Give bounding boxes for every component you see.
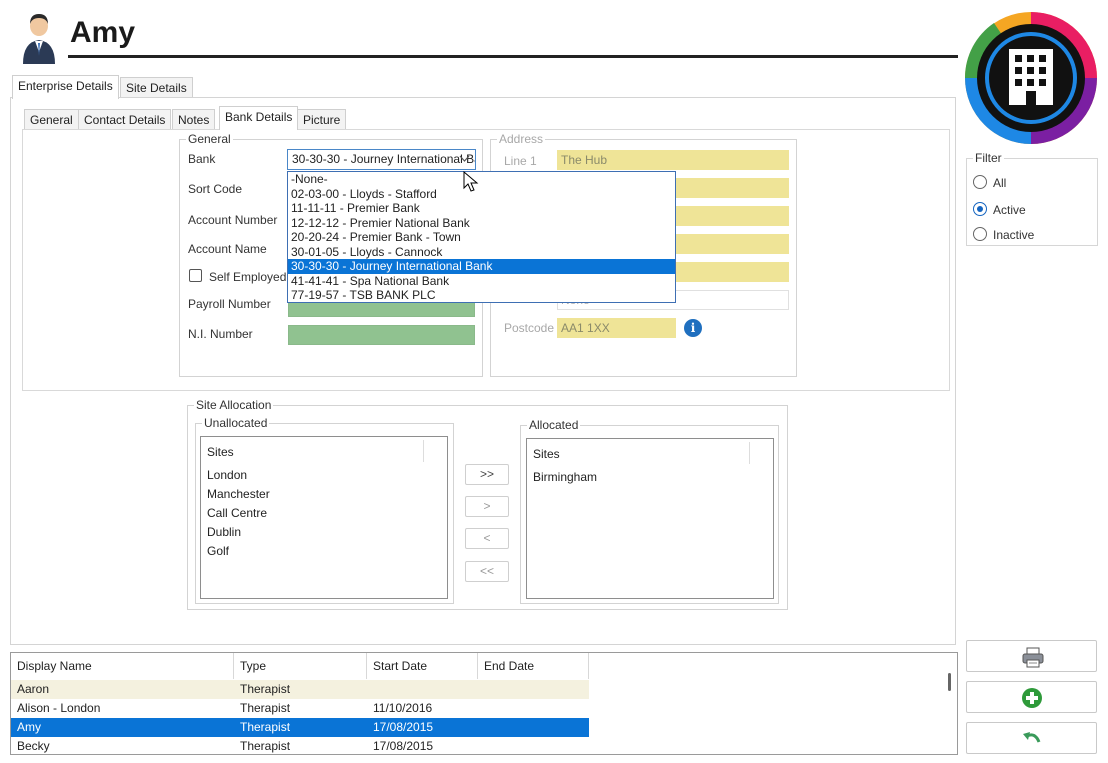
bank-select[interactable]: 30-30-30 - Journey International Bank bbox=[287, 149, 476, 170]
printer-icon bbox=[1022, 647, 1044, 668]
bank-option[interactable]: 12-12-12 - Premier National Bank bbox=[288, 216, 675, 231]
undo-icon bbox=[1023, 732, 1041, 743]
list-item[interactable]: Dublin bbox=[207, 525, 241, 539]
tab-notes[interactable]: Notes bbox=[172, 109, 216, 131]
filter-all-radio[interactable] bbox=[973, 175, 987, 189]
table-row[interactable]: Becky Therapist 17/08/2015 bbox=[11, 737, 589, 754]
list-item[interactable]: Birmingham bbox=[533, 470, 597, 484]
person-avatar-icon bbox=[23, 14, 55, 64]
bank-select-value: 30-30-30 - Journey International Bank bbox=[292, 152, 476, 166]
address-group-title: Address bbox=[497, 132, 546, 146]
bank-option[interactable]: 30-01-05 - Lloyds - Cannock bbox=[288, 245, 675, 260]
filter-title: Filter bbox=[973, 151, 1004, 165]
column-header-start-date[interactable]: Start Date bbox=[367, 653, 478, 679]
column-header-end-date[interactable]: End Date bbox=[478, 653, 589, 679]
site-allocation-title: Site Allocation bbox=[194, 398, 274, 412]
unallocated-title: Unallocated bbox=[202, 416, 270, 430]
staff-grid[interactable]: Display Name Type Start Date End Date Aa… bbox=[10, 652, 958, 755]
remove-all-button[interactable]: << bbox=[465, 561, 509, 582]
bank-option[interactable]: 77-19-57 - TSB BANK PLC bbox=[288, 288, 675, 303]
cell-type: Therapist bbox=[240, 701, 291, 715]
bank-option[interactable]: 11-11-11 - Premier Bank bbox=[288, 201, 675, 216]
cell-start-date: 11/10/2016 bbox=[373, 701, 433, 715]
table-row[interactable]: Alison - London Therapist 11/10/2016 bbox=[11, 699, 589, 718]
building-logo-icon bbox=[964, 12, 1097, 144]
grid-scrollbar[interactable] bbox=[948, 673, 951, 691]
sort-code-label: Sort Code bbox=[188, 182, 243, 196]
table-row-selected[interactable]: Amy Therapist 17/08/2015 bbox=[11, 718, 589, 737]
postcode-label: Postcode bbox=[504, 321, 555, 335]
add-button[interactable]: > bbox=[465, 496, 509, 517]
column-header-display-name[interactable]: Display Name bbox=[11, 653, 234, 679]
ni-number-input[interactable] bbox=[288, 325, 475, 345]
chevron-down-icon[interactable] bbox=[459, 153, 470, 164]
allocated-sites-header[interactable]: Sites bbox=[533, 447, 560, 461]
filter-all-label[interactable]: All bbox=[993, 176, 1006, 190]
filter-inactive-radio[interactable] bbox=[973, 227, 987, 241]
column-divider bbox=[423, 440, 424, 462]
bank-option-selected[interactable]: 30-30-30 - Journey International Bank bbox=[288, 259, 675, 274]
column-header-type[interactable]: Type bbox=[234, 653, 367, 679]
add-circle-icon bbox=[1022, 688, 1042, 708]
tab-general[interactable]: General bbox=[24, 109, 79, 131]
allocated-title: Allocated bbox=[527, 418, 581, 432]
tab-picture[interactable]: Picture bbox=[297, 109, 347, 131]
account-number-label: Account Number bbox=[188, 213, 278, 227]
tab-bank-details[interactable]: Bank Details bbox=[219, 106, 299, 130]
bank-option[interactable]: -None- bbox=[288, 172, 675, 187]
payroll-number-label: Payroll Number bbox=[188, 297, 271, 311]
cell-display-name: Becky bbox=[17, 739, 50, 753]
cell-start-date: 17/08/2015 bbox=[373, 720, 434, 734]
ni-number-label: N.I. Number bbox=[188, 327, 253, 341]
self-employed-checkbox[interactable] bbox=[189, 269, 202, 282]
cell-type: Therapist bbox=[240, 739, 291, 753]
info-icon[interactable]: i bbox=[684, 319, 702, 337]
cell-display-name: Amy bbox=[17, 720, 41, 734]
address-line1-label: Line 1 bbox=[504, 154, 537, 168]
bank-option[interactable]: 02-03-00 - Lloyds - Stafford bbox=[288, 187, 675, 202]
print-button[interactable] bbox=[966, 640, 1097, 672]
postcode-input[interactable]: AA1 1XX bbox=[557, 318, 676, 338]
title-divider bbox=[68, 55, 958, 58]
add-button-side[interactable] bbox=[966, 681, 1097, 713]
tab-contact-details[interactable]: Contact Details bbox=[78, 109, 172, 131]
tab-site-details[interactable]: Site Details bbox=[120, 77, 193, 99]
allocated-sites-list[interactable]: Sites Birmingham bbox=[526, 438, 774, 599]
list-item[interactable]: Golf bbox=[207, 544, 229, 558]
bank-option[interactable]: 41-41-41 - Spa National Bank bbox=[288, 274, 675, 289]
account-name-label: Account Name bbox=[188, 242, 267, 256]
page-title: Amy bbox=[70, 16, 136, 49]
self-employed-label: Self Employed bbox=[209, 270, 287, 284]
remove-button[interactable]: < bbox=[465, 528, 509, 549]
filter-inactive-label[interactable]: Inactive bbox=[993, 228, 1034, 242]
list-item[interactable]: Call Centre bbox=[207, 506, 267, 520]
bank-option[interactable]: 20-20-24 - Premier Bank - Town bbox=[288, 230, 675, 245]
bank-label: Bank bbox=[188, 152, 216, 166]
filter-group: Filter All Active Inactive bbox=[966, 151, 1098, 246]
unallocated-sites-header[interactable]: Sites bbox=[207, 445, 234, 459]
unallocated-sites-list[interactable]: Sites London Manchester Call Centre Dubl… bbox=[200, 436, 448, 599]
general-group-title: General bbox=[186, 132, 233, 146]
column-divider bbox=[749, 442, 750, 464]
cell-display-name: Alison - London bbox=[17, 701, 101, 715]
address-line1-input[interactable]: The Hub bbox=[557, 150, 789, 170]
undo-button[interactable] bbox=[966, 722, 1097, 754]
cell-start-date: 17/08/2015 bbox=[373, 739, 434, 753]
list-item[interactable]: Manchester bbox=[207, 487, 270, 501]
cell-type: Therapist bbox=[240, 720, 291, 734]
cell-type: Therapist bbox=[240, 682, 291, 696]
list-item[interactable]: London bbox=[207, 468, 247, 482]
table-row[interactable]: Aaron Therapist bbox=[11, 680, 589, 699]
filter-active-radio[interactable] bbox=[973, 202, 987, 216]
mouse-cursor-icon bbox=[463, 171, 479, 192]
tab-enterprise-details[interactable]: Enterprise Details bbox=[12, 75, 119, 99]
bank-dropdown-list: -None- 02-03-00 - Lloyds - Stafford 11-1… bbox=[287, 171, 676, 303]
filter-active-label[interactable]: Active bbox=[993, 203, 1026, 217]
cell-display-name: Aaron bbox=[17, 682, 50, 696]
add-all-button[interactable]: >> bbox=[465, 464, 509, 485]
